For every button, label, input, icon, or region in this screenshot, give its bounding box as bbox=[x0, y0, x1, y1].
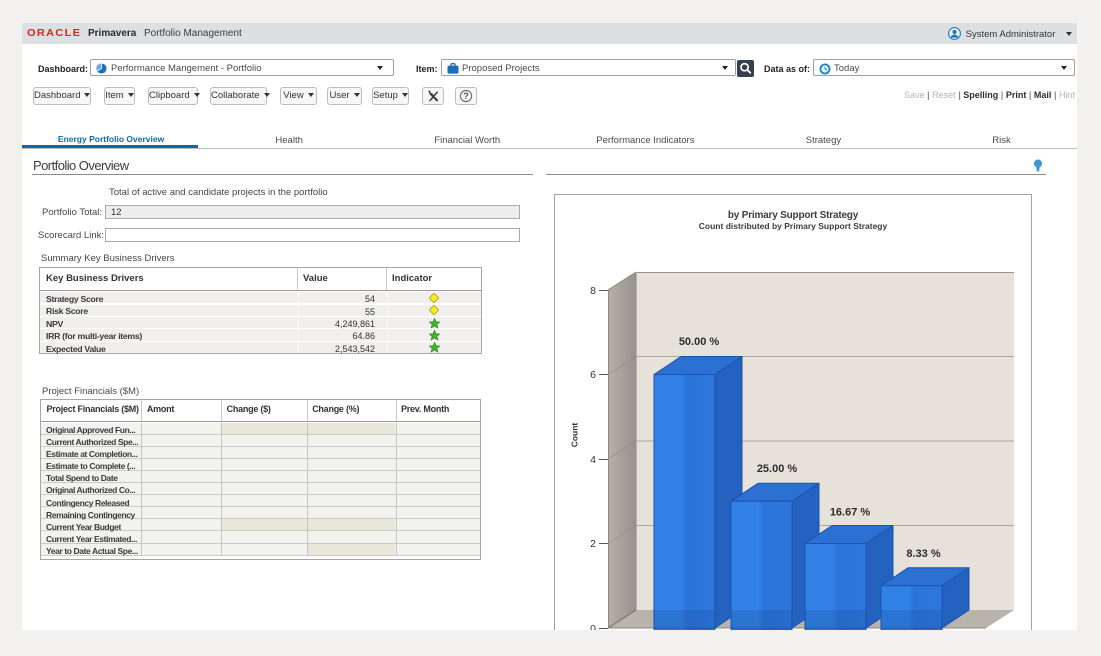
svg-text:6: 6 bbox=[590, 369, 596, 381]
svg-text:4: 4 bbox=[590, 454, 596, 466]
svg-text:16.67 %: 16.67 % bbox=[830, 507, 871, 519]
svg-text:50.00 %: 50.00 % bbox=[679, 336, 720, 348]
svg-text:?: ? bbox=[463, 91, 469, 101]
svg-text:2: 2 bbox=[590, 538, 596, 550]
svg-text:8: 8 bbox=[590, 285, 596, 297]
svg-text:0: 0 bbox=[590, 623, 596, 630]
svg-text:Count: Count bbox=[570, 423, 580, 448]
svg-text:8.33 %: 8.33 % bbox=[906, 548, 940, 560]
svg-text:25.00 %: 25.00 % bbox=[757, 463, 798, 475]
